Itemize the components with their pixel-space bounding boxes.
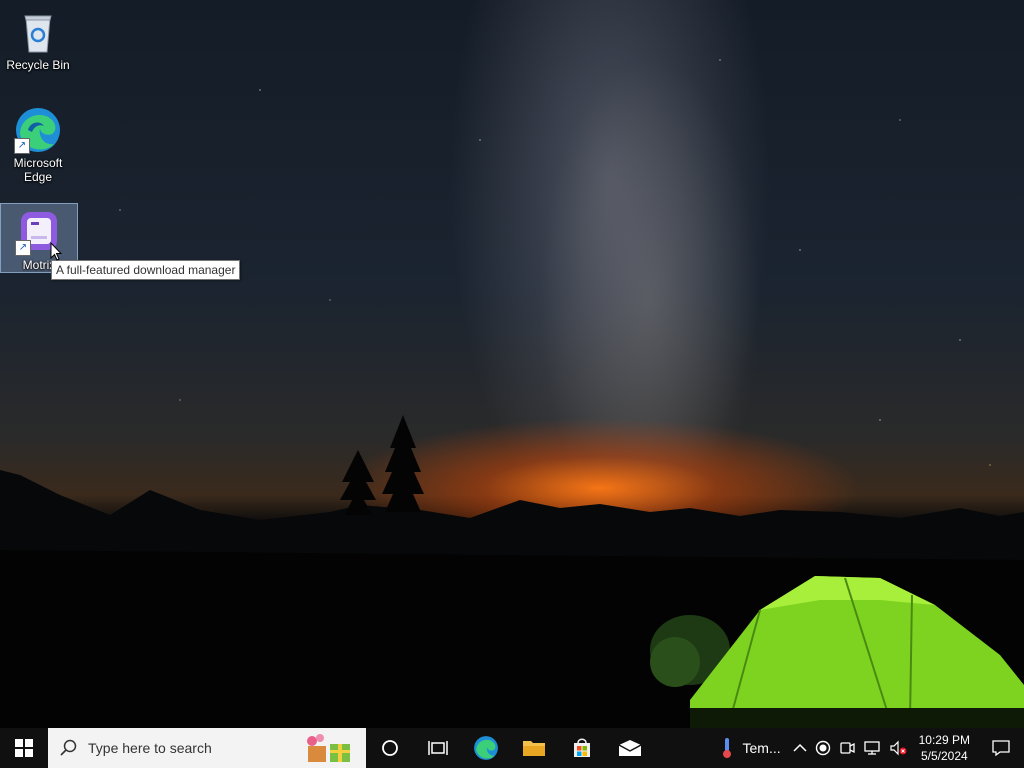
taskbar-store-button[interactable] — [558, 728, 606, 768]
edge-icon — [474, 736, 498, 760]
taskbar-edge-button[interactable] — [462, 728, 510, 768]
show-hidden-icons-button[interactable] — [789, 728, 811, 768]
taskbar-clock[interactable]: 10:29 PM 5/5/2024 — [911, 732, 978, 764]
desktop-wallpaper — [0, 0, 1024, 728]
landscape-silhouette — [0, 415, 1024, 728]
system-tray: Tem... 10:29 PM 5/5/2024 — [713, 728, 1024, 768]
store-icon — [574, 738, 590, 757]
meet-now-icon — [839, 742, 855, 754]
desktop-icon-label: Recycle Bin — [6, 58, 70, 72]
tray-record-button[interactable] — [811, 728, 835, 768]
network-icon — [863, 741, 880, 755]
desktop-icon-label: Microsoft Edge — [13, 156, 63, 184]
notification-icon — [992, 740, 1010, 757]
action-center-button[interactable] — [978, 728, 1024, 768]
thermometer-icon — [722, 738, 731, 758]
clock-date: 5/5/2024 — [920, 749, 968, 763]
windows-logo-icon — [15, 739, 33, 757]
taskbar-file-explorer-button[interactable] — [510, 728, 558, 768]
weather-label: Tem... — [742, 740, 781, 756]
tray-meet-now-button[interactable] — [835, 728, 859, 768]
shortcut-arrow-icon: ↗ — [14, 138, 30, 154]
record-icon — [815, 740, 830, 756]
volume-muted-icon — [890, 740, 907, 756]
search-highlight-gift-icon — [307, 734, 350, 762]
taskbar-mail-button[interactable] — [606, 728, 654, 768]
chevron-up-icon — [793, 743, 807, 752]
mouse-cursor-icon — [50, 242, 62, 261]
mail-icon — [618, 740, 642, 756]
start-button[interactable] — [0, 728, 48, 768]
cortana-icon — [382, 740, 398, 756]
task-view-button[interactable] — [414, 728, 462, 768]
shortcut-arrow-icon: ↗ — [15, 240, 31, 256]
tray-network-button[interactable] — [859, 728, 885, 768]
edge-icon: ↗ — [14, 106, 62, 154]
desktop-icon-microsoft-edge[interactable]: ↗ Microsoft Edge — [0, 102, 76, 184]
file-explorer-icon — [523, 741, 545, 756]
search-icon — [60, 739, 77, 756]
search-placeholder: Type here to search — [88, 740, 212, 756]
clock-time: 10:29 PM — [918, 733, 970, 747]
icon-tooltip: A full-featured download manager — [51, 260, 241, 280]
tray-volume-button[interactable] — [885, 728, 911, 768]
recycle-bin-icon — [14, 8, 62, 56]
taskbar-search-box[interactable]: Type here to search — [48, 728, 366, 768]
weather-widget[interactable]: Tem... — [713, 728, 789, 768]
cortana-button[interactable] — [366, 728, 414, 768]
desktop-icon-recycle-bin[interactable]: Recycle Bin — [0, 4, 76, 72]
task-view-icon — [428, 741, 448, 755]
taskbar: Type here to search Tem... 10:29 PM 5/5/… — [0, 728, 1024, 768]
